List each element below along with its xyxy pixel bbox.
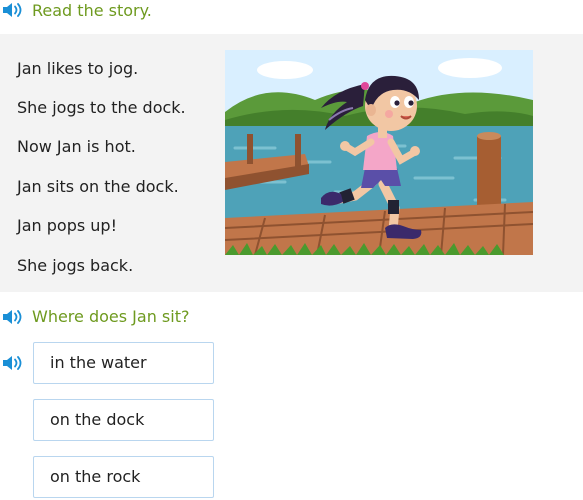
story-panel: Jan likes to jog. She jogs to the dock. … — [0, 34, 583, 292]
answer-choice-1[interactable]: in the water — [33, 342, 214, 384]
question-speaker-icon[interactable] — [2, 309, 24, 325]
choices-speaker-icon[interactable] — [2, 355, 24, 371]
story-line-4: Jan sits on the dock. — [17, 177, 179, 196]
answer-choice-label: in the water — [50, 353, 147, 372]
answer-choice-3[interactable]: on the rock — [33, 456, 214, 498]
story-illustration — [225, 50, 533, 255]
story-line-2: She jogs to the dock. — [17, 98, 186, 117]
answer-choice-label: on the dock — [50, 410, 145, 429]
story-instruction: Read the story. — [32, 1, 152, 20]
answer-choice-label: on the rock — [50, 467, 141, 486]
story-line-5: Jan pops up! — [17, 216, 117, 235]
story-line-3: Now Jan is hot. — [17, 137, 136, 156]
story-line-1: Jan likes to jog. — [17, 59, 139, 78]
story-speaker-icon[interactable] — [2, 2, 24, 18]
page: Read the story. Jan likes to jog. She jo… — [0, 0, 583, 500]
story-line-6: She jogs back. — [17, 256, 134, 275]
answer-choice-2[interactable]: on the dock — [33, 399, 214, 441]
question-text: Where does Jan sit? — [32, 307, 190, 326]
